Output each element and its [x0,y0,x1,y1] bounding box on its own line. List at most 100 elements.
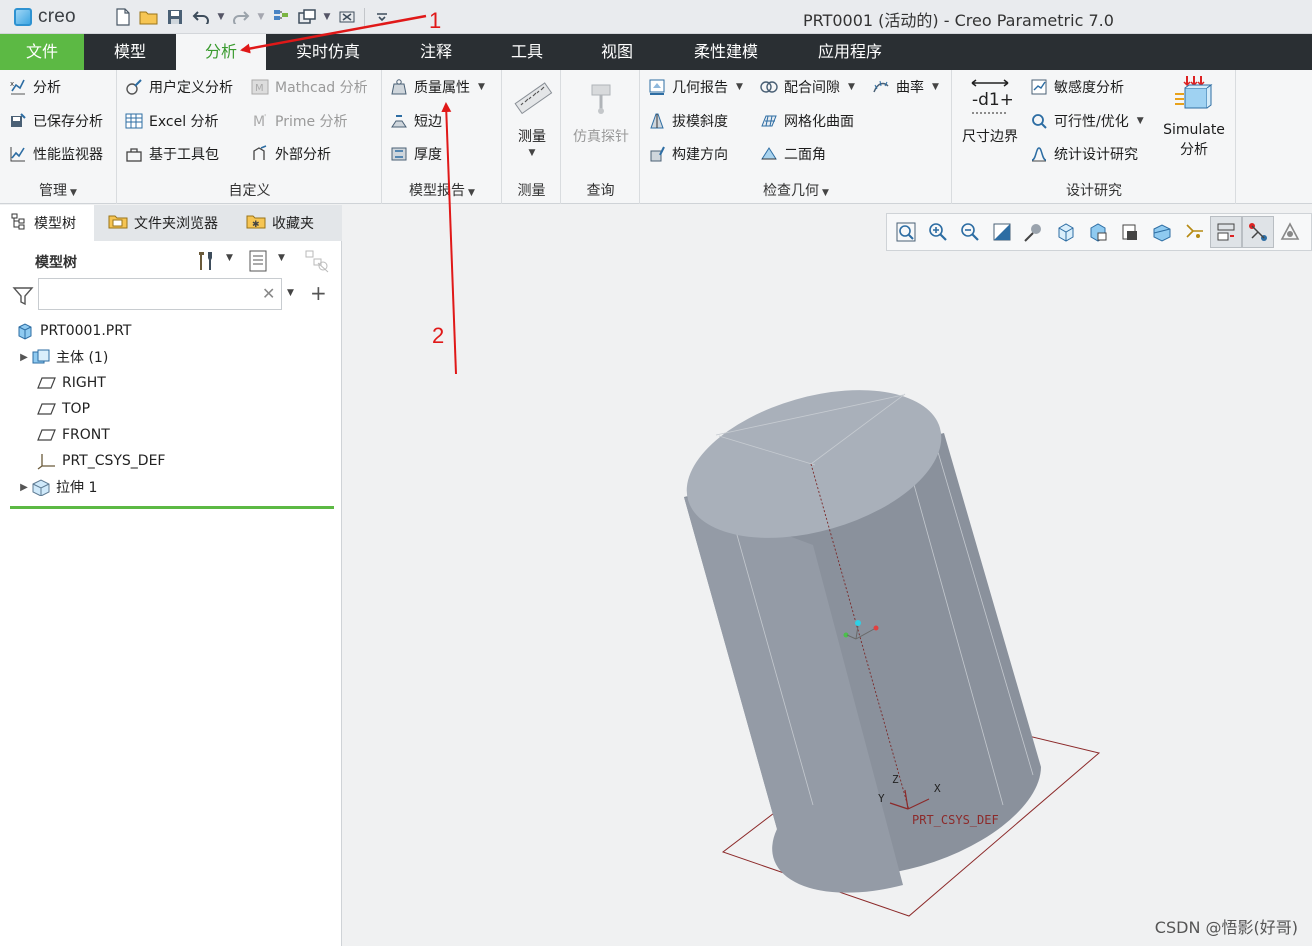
funnel-filter-icon[interactable] [12,285,34,311]
clear-search-icon[interactable]: ✕ [262,284,275,303]
excel-analysis-button[interactable]: Excel 分析 [124,108,219,134]
saved-analysis-button[interactable]: 已保存分析 [8,108,103,134]
toolkit-based-button[interactable]: 基于工具包 [124,141,219,167]
add-filter-icon[interactable]: + [310,281,327,305]
part-icon [14,322,36,340]
dihedral-angle-button[interactable]: 二面角 [759,141,826,167]
excel-table-icon [124,111,144,131]
analysis-button[interactable]: x 分析 [8,74,61,100]
tree-item-top-plane[interactable]: TOP [0,396,340,422]
expand-arrow-icon[interactable]: ▶ [18,482,30,493]
tab-analysis[interactable]: 分析 [176,34,266,70]
new-file-icon[interactable] [112,6,134,28]
undo-dropdown-icon[interactable]: ▼ [216,12,226,22]
show-list-icon[interactable] [248,249,270,277]
build-direction-button[interactable]: 构建方向 [647,141,728,167]
tab-model-tree[interactable]: 模型树 [0,205,94,241]
statistical-study-icon [1029,144,1049,164]
tree-item-csys[interactable]: PRT_CSYS_DEF [0,448,340,474]
model-tree-header: 模型树 ▼ ▼ [0,243,342,277]
svg-text:-d1+: -d1+ [972,90,1012,110]
group-manage-label[interactable]: 管理 ▼ [0,180,116,200]
tab-model[interactable]: 模型 [92,34,168,70]
tree-item-front-plane[interactable]: FRONT [0,422,340,448]
tree-search-input[interactable] [38,278,282,310]
open-folder-icon[interactable] [138,6,160,28]
user-defined-analysis-button[interactable]: 用户定义分析 [124,74,233,100]
sensitivity-analysis-icon [1029,77,1049,97]
prime-analysis-button[interactable]: M ' Prime 分析 [250,108,348,134]
group-query-label: 查询 [586,183,615,199]
undo-icon[interactable] [190,6,212,28]
tree-item-part[interactable]: PRT0001.PRT [0,318,340,344]
favorites-icon: ✱ [246,212,266,234]
feasibility-optimization-icon [1029,111,1049,131]
tab-tools[interactable]: 工具 [492,34,562,70]
tab-view[interactable]: 视图 [582,34,652,70]
close-window-icon[interactable] [336,6,358,28]
datum-plane-icon [36,426,58,444]
redo-icon[interactable] [230,6,252,28]
thickness-icon [389,144,409,164]
draft-button[interactable]: 拔模斜度 [647,108,728,134]
expand-arrow-icon[interactable]: ▶ [18,352,30,363]
dimension-boundary-button[interactable]: -d1+ 尺寸边界 [957,76,1023,146]
simulate-analysis-button[interactable]: Simulate 分析 [1159,74,1229,160]
clearance-button[interactable]: 配合间隙 ▼ [759,74,855,100]
tree-item-right-plane[interactable]: RIGHT [0,370,340,396]
model-tree-title: 模型树 [35,255,77,271]
settings-dropdown-icon[interactable]: ▼ [226,253,233,263]
curvature-button[interactable]: 曲率 ▼ [871,74,939,100]
windows-dropdown-icon[interactable]: ▼ [322,12,332,22]
geometry-report-button[interactable]: 几何报告 ▼ [647,74,743,100]
group-design-study-label: 设计研究 [1066,183,1122,199]
mass-properties-button[interactable]: 质量属性 ▼ [389,74,485,100]
tab-live-simulation[interactable]: 实时仿真 [280,34,376,70]
simulation-probe-button[interactable]: 仿真探针 [566,76,636,146]
tab-file[interactable]: 文件 [0,34,84,70]
tab-favorites[interactable]: ✱ 收藏夹 [236,205,336,241]
csys-icon [36,452,58,470]
statistical-design-study-button[interactable]: 统计设计研究 [1029,141,1138,167]
saved-analysis-icon [8,111,28,131]
redo-dropdown-icon[interactable]: ▼ [256,12,266,22]
annotation-label-1: 1 [429,8,442,33]
sensitivity-analysis-button[interactable]: 敏感度分析 [1029,74,1124,100]
csys-label: PRT_CSYS_DEF [912,813,999,827]
toolkit-icon [124,144,144,164]
thickness-button[interactable]: 厚度 [389,141,442,167]
model-viewport[interactable]: Z X Y PRT_CSYS_DEF [343,205,1312,946]
tab-folder-browser[interactable]: 文件夹浏览器 [98,205,230,241]
group-model-report-label[interactable]: 模型报告 ▼ [383,180,501,200]
group-inspect-label[interactable]: 检查几何 ▼ [641,180,951,200]
tab-annotate[interactable]: 注释 [400,34,472,70]
mathcad-analysis-button[interactable]: M Mathcad 分析 [250,74,368,100]
mesh-surface-button[interactable]: 网格化曲面 [759,108,854,134]
performance-monitor-icon [8,144,28,164]
external-analysis-button[interactable]: 外部分析 [250,141,331,167]
tab-applications[interactable]: 应用程序 [802,34,898,70]
windows-icon[interactable] [296,6,318,28]
insert-here-marker[interactable] [10,506,334,509]
csys-axis-x: X [934,782,941,795]
navigator-tabs: 模型树 文件夹浏览器 ✱ 收藏夹 [0,205,342,241]
show-dropdown-icon[interactable]: ▼ [278,253,285,263]
navigator-panel: 模型树 文件夹浏览器 ✱ 收藏夹 模型树 ▼ ▼ ✕ ▼ + PRT0001.P… [0,205,342,946]
group-custom: 用户定义分析 Excel 分析 基于工具包 M Mathcad 分析 M ' Pr… [118,70,382,204]
tree-item-extrude[interactable]: ▶ 拉伸 1 [0,474,340,500]
tree-filter-icon[interactable] [304,249,330,277]
tab-flexible-modeling[interactable]: 柔性建模 [678,34,774,70]
tree-item-body[interactable]: ▶ 主体 (1) [0,344,340,370]
customize-toolbar-icon[interactable] [371,6,393,28]
short-edge-button[interactable]: 短边 [389,108,442,134]
csys-axis-z: Z [892,773,899,786]
settings-tools-icon[interactable] [194,249,218,277]
performance-monitor-button[interactable]: 性能监视器 [8,141,103,167]
svg-text:x: x [10,80,14,88]
feasibility-optimization-button[interactable]: 可行性/优化 ▼ [1029,108,1144,134]
measure-button[interactable]: 测量 ▼ [507,76,557,158]
search-dropdown-icon[interactable]: ▼ [287,288,294,298]
save-icon[interactable] [164,6,186,28]
graphics-window[interactable]: Z X Y PRT_CSYS_DEF CSDN @悟影(好哥) [343,205,1312,946]
regenerate-icon[interactable] [270,6,292,28]
